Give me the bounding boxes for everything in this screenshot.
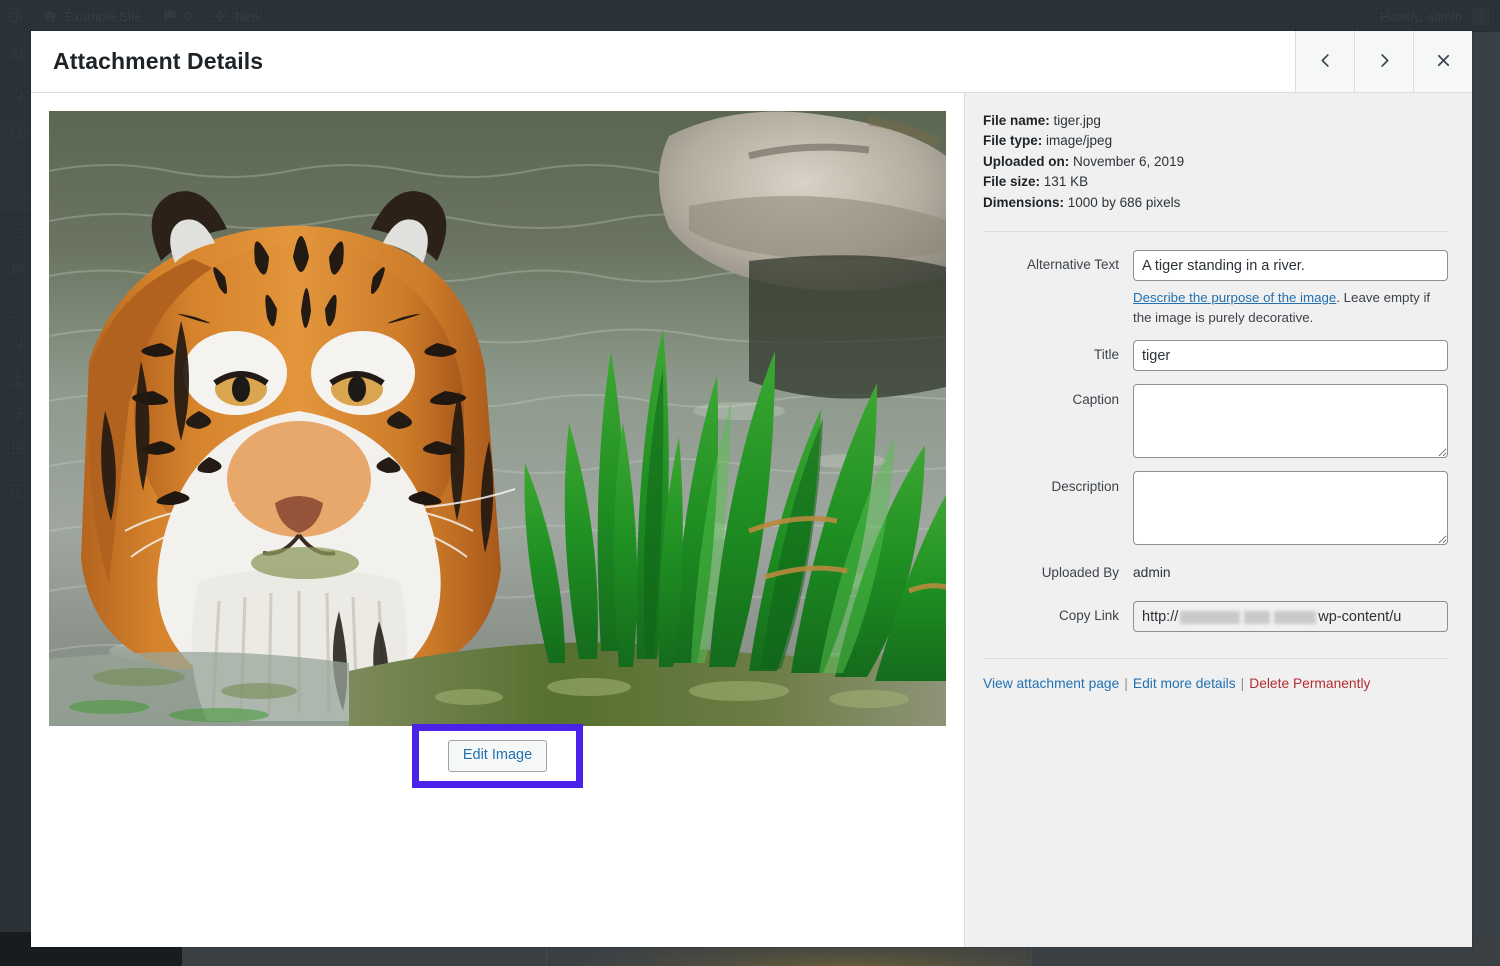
title-label: Title [983,340,1133,370]
meta-file-type: File type: image/jpeg [983,131,1448,151]
copy-link-input[interactable]: http:// wp-content/u [1133,601,1448,632]
describe-purpose-link[interactable]: Describe the purpose of the image [1133,290,1336,305]
title-input[interactable] [1133,340,1448,371]
copy-link-suffix: wp-content/u [1318,609,1401,625]
attachment-actions: View attachment page|Edit more details|D… [983,673,1448,695]
caption-label: Caption [983,384,1133,416]
actions-divider [983,658,1448,659]
alt-text-help: Describe the purpose of the image. Leave… [1133,288,1448,327]
caption-textarea[interactable] [1133,384,1448,458]
alt-text-label: Alternative Text [983,250,1133,280]
meta-file-size: File size: 131 KB [983,172,1448,192]
alt-text-input[interactable] [1133,250,1448,281]
delete-permanently-link[interactable]: Delete Permanently [1249,676,1370,691]
attachment-image [49,111,946,726]
copy-link-prefix: http:// [1142,609,1178,625]
attachment-details-modal: Attachment Details [31,31,1472,947]
field-description: Description [983,471,1448,545]
uploaded-by-label: Uploaded By [983,558,1133,588]
meta-file-size-value: 131 KB [1044,174,1088,189]
meta-file-name-label: File name: [983,113,1050,128]
edit-more-details-link[interactable]: Edit more details [1133,676,1236,691]
next-attachment-button[interactable] [1354,31,1413,92]
meta-file-type-label: File type: [983,133,1042,148]
modal-header: Attachment Details [31,31,1472,93]
field-alt-text: Alternative Text Describe the purpose of… [983,250,1448,327]
field-caption: Caption [983,384,1448,458]
close-modal-button[interactable] [1413,31,1472,92]
edit-image-button[interactable]: Edit Image [448,740,547,772]
redacted-domain-part [1180,611,1240,624]
field-uploaded-by: Uploaded By admin [983,558,1448,588]
meta-file-name-value: tiger.jpg [1054,113,1101,128]
meta-uploaded-on-value: November 6, 2019 [1073,154,1184,169]
meta-dimensions-label: Dimensions: [983,195,1064,210]
description-label: Description [983,471,1133,503]
copy-link-label: Copy Link [983,601,1133,631]
meta-uploaded-on: Uploaded on: November 6, 2019 [983,152,1448,172]
meta-file-type-value: image/jpeg [1046,133,1112,148]
meta-file-size-label: File size: [983,174,1040,189]
wordpress-admin-screen: Example Site 0 New Howdy, admin [0,0,1500,966]
redacted-domain-part [1244,611,1270,624]
edit-image-area: Edit Image [448,740,547,772]
view-attachment-page-link[interactable]: View attachment page [983,676,1119,691]
attachment-preview-pane: Edit Image [31,93,964,947]
action-separator: | [1236,676,1250,691]
chevron-left-icon [1316,51,1335,73]
uploaded-by-value: admin [1133,558,1448,588]
attachment-details-pane: File name: tiger.jpg File type: image/jp… [964,93,1472,947]
meta-dimensions-value: 1000 by 686 pixels [1068,195,1181,210]
details-divider [983,231,1448,232]
modal-body: Edit Image File name: tiger.jpg File typ… [31,93,1472,947]
meta-uploaded-on-label: Uploaded on: [983,154,1069,169]
meta-dimensions: Dimensions: 1000 by 686 pixels [983,193,1448,213]
action-separator: | [1119,676,1133,691]
description-textarea[interactable] [1133,471,1448,545]
redacted-domain-part [1274,611,1316,624]
previous-attachment-button[interactable] [1295,31,1354,92]
page-title: Attachment Details [31,31,1295,92]
field-title: Title [983,340,1448,371]
chevron-right-icon [1375,51,1394,73]
close-x-icon [1434,51,1453,73]
meta-file-name: File name: tiger.jpg [983,111,1448,131]
field-copy-link: Copy Link http:// wp-content/u [983,601,1448,632]
